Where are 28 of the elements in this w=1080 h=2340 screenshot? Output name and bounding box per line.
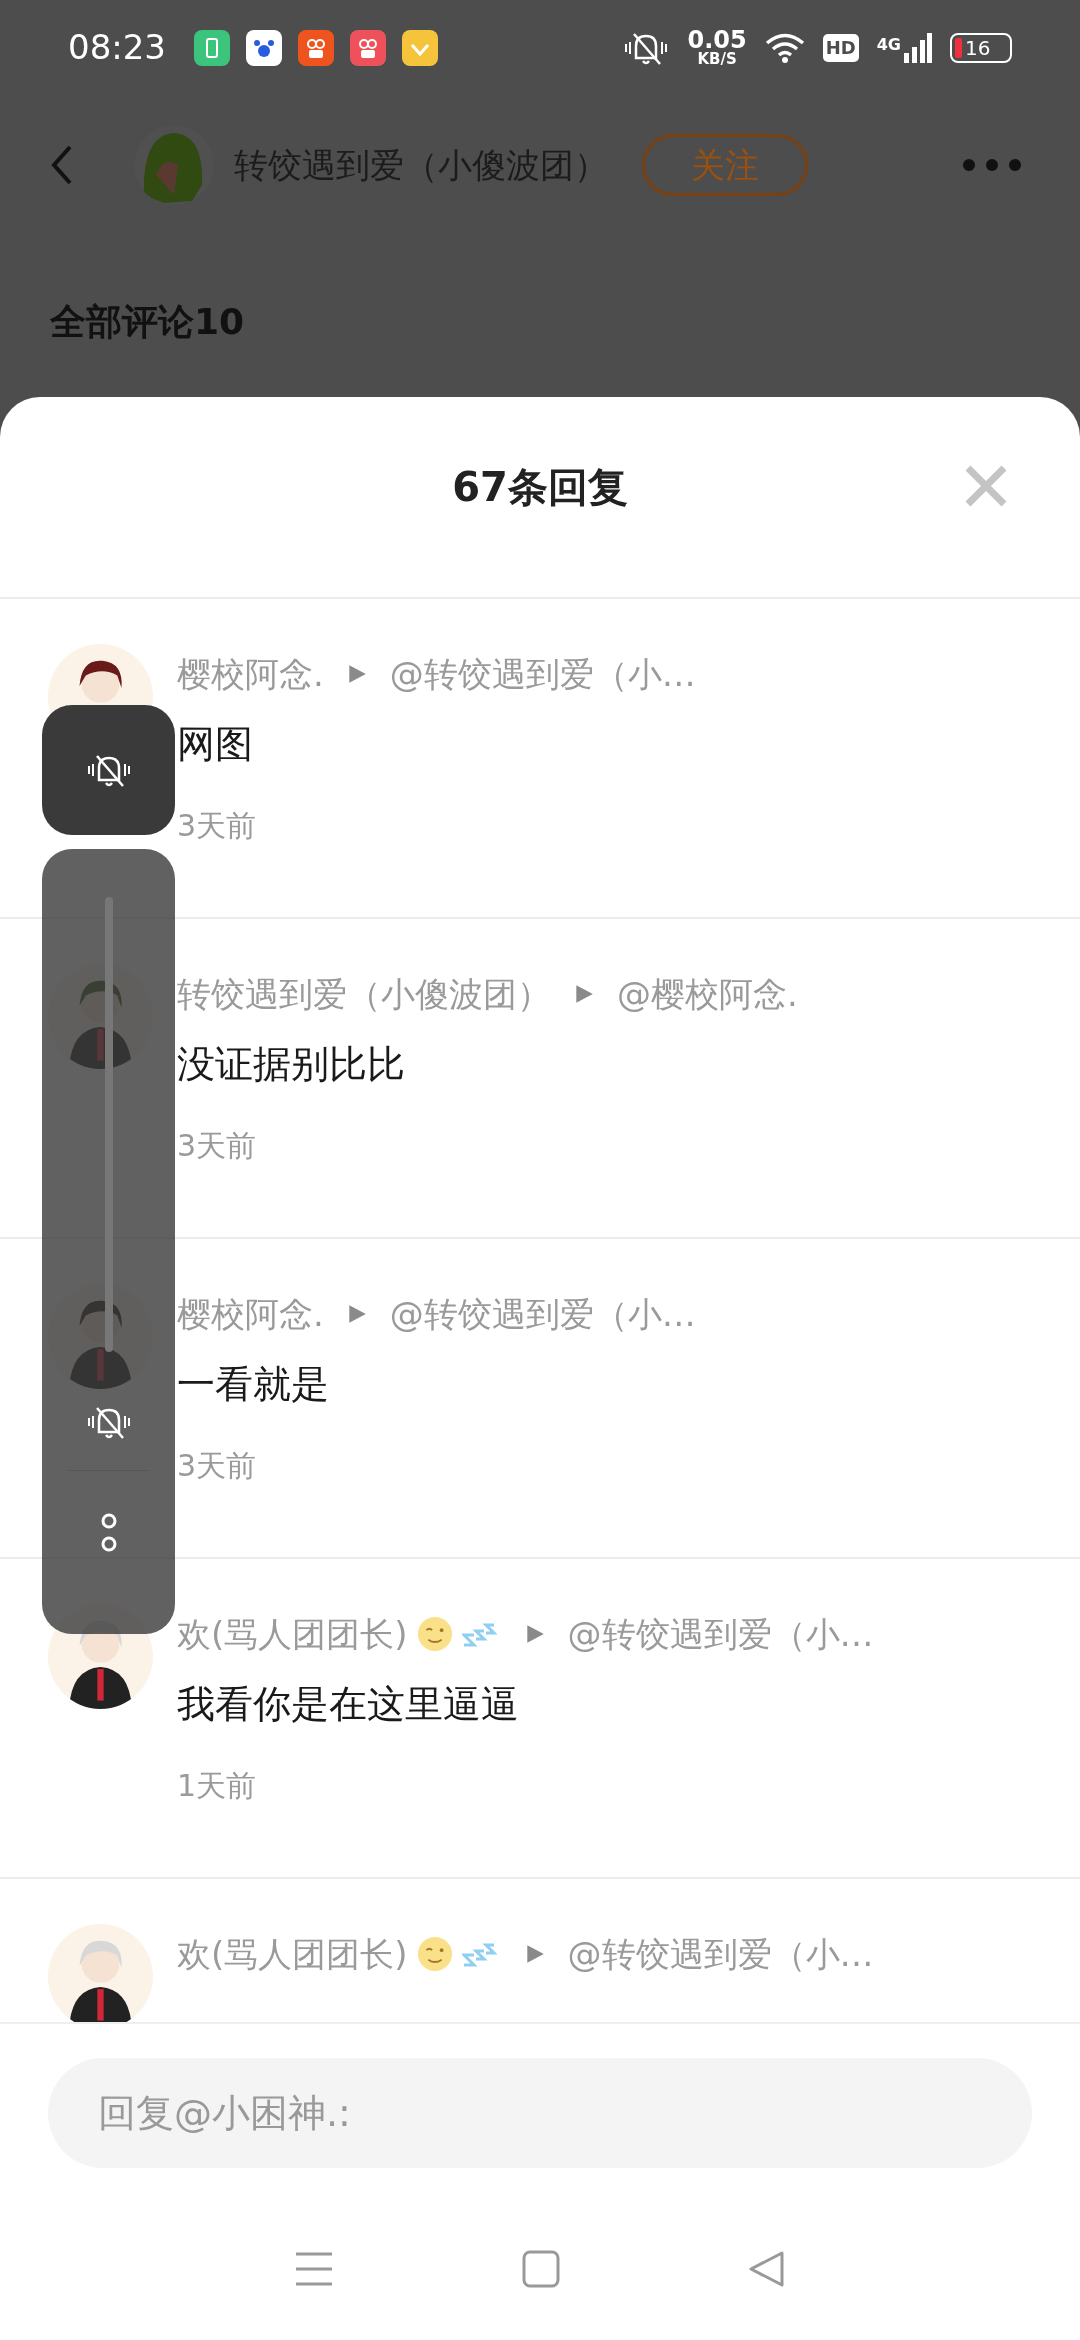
reply-input-field[interactable]: 回复@小困神.: [48, 2058, 1032, 2168]
reply-author[interactable]: 欢(骂人团团长) [177, 1928, 408, 1980]
sheet-title: 67条回复 [452, 463, 628, 512]
net-speed-unit: KB/S [697, 52, 737, 67]
reply-text: 我看你是在这里逼逼 [177, 1681, 520, 1728]
status-time: 08:23 [68, 26, 166, 69]
reply-text: 一看就是 [177, 1361, 330, 1408]
reply-text: 网图 [177, 721, 254, 768]
follow-button[interactable]: 关注 [642, 134, 808, 196]
reply-target[interactable]: @转饺遇到爱（小… [389, 1288, 696, 1340]
reply-target[interactable]: @转饺遇到爱（小… [389, 648, 696, 700]
reply-time: 3天前 [177, 807, 258, 845]
reply-time: 3天前 [177, 1127, 258, 1165]
reply-target[interactable]: @转饺遇到爱（小… [567, 1608, 874, 1660]
comments-heading: 全部评论10 [50, 301, 245, 342]
reply-author[interactable]: 樱校阿念. [177, 648, 324, 700]
battery-indicator: 16 [950, 32, 1012, 63]
reply-author[interactable]: 转饺遇到爱（小傻波团） [177, 968, 551, 1020]
reply-time: 1天前 [177, 1767, 258, 1805]
reply-target[interactable]: @转饺遇到爱（小… [567, 1928, 874, 1980]
reply-time: 3天前 [177, 1447, 258, 1485]
hd-badge: HD [822, 33, 859, 62]
reply-author[interactable]: 樱校阿念. [177, 1288, 324, 1340]
reply-text: 没证据别比比 [177, 1041, 406, 1088]
reply-author[interactable]: 欢(骂人团团长) [177, 1608, 408, 1660]
net-speed: 0.05 [687, 28, 747, 52]
reply-target[interactable]: @樱校阿念. [617, 968, 798, 1020]
network-type: 4G [876, 33, 901, 56]
